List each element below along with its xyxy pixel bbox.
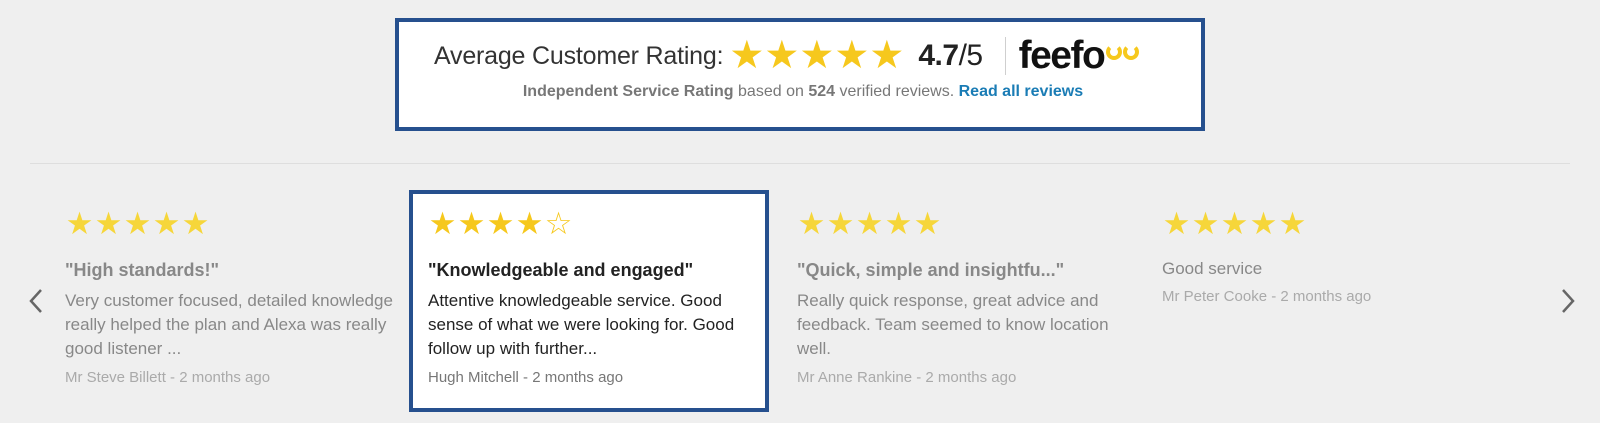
review-card-highlighted[interactable]: ★ ★ ★ ★ ☆ "Knowledgeable and engaged" Attent… [409,190,769,412]
star-icon: ★ [515,206,544,241]
review-author-date: Mr Steve Billett - 2 months ago [65,369,271,386]
star-icon: ★ [799,34,835,77]
review-title: "Quick, simple and insightfu..." [797,260,1065,280]
review-card[interactable]: ★ ★ ★ ★ ★ Good service Mr Peter Cooke - 2 mo… [1162,190,1462,412]
star-empty-icon: ☆ [544,206,573,241]
divider [30,163,1570,164]
summary-text-end: verified reviews. [835,83,959,100]
review-author-date: Hugh Mitchell - 2 months ago [428,369,624,386]
service-rating-label: Independent Service Rating [522,83,734,100]
star-icon: ★ [181,206,210,241]
review-body: Really quick response, great advice and … [797,291,1109,358]
review-title: Good service [1162,259,1263,278]
chevron-left-icon [29,289,42,313]
star-icon: ★ [884,206,913,241]
star-icon: ★ [797,206,826,241]
star-icon: ★ [729,34,765,77]
star-icon: ★ [457,206,486,241]
summary-text-mid: based on [733,83,809,100]
review-title: "High standards!" [65,260,220,280]
review-author-date: Mr Anne Rankine - 2 months ago [797,369,1017,386]
star-icon: ★ [1191,206,1220,241]
carousel-prev-button[interactable] [24,284,48,318]
star-icon: ★ [913,206,942,241]
star-icon: ★ [428,206,457,241]
read-all-reviews-link[interactable]: Read all reviews [959,83,1084,100]
review-author-date: Mr Peter Cooke - 2 months ago [1162,288,1372,305]
rating-summary-text: Independent Service Rating based on 524 … [399,83,1201,101]
star-icon: ★ [123,206,152,241]
rating-score: 4.7/5 [918,39,984,73]
rating-label: Average Customer Rating: [434,41,724,70]
star-icon: ★ [1162,206,1191,241]
feefo-eyes-icon [1106,38,1142,78]
review-stars: ★ ★ ★ ★ ★ [65,208,210,240]
review-stars: ★ ★ ★ ★ ★ [1162,208,1307,240]
review-stars: ★ ★ ★ ★ ☆ [428,208,573,240]
review-card[interactable]: ★ ★ ★ ★ ★ "High standards!" Very customer fo… [65,190,425,412]
star-icon: ★ [1220,206,1249,241]
review-card[interactable]: ★ ★ ★ ★ ★ "Quick, simple and insightfu..." R… [797,190,1157,412]
rating-summary-header: Average Customer Rating: ★ ★ ★ ★ ★ 4.7/5… [434,34,1143,78]
star-icon: ★ [1249,206,1278,241]
divider [1004,37,1006,75]
review-title: "Knowledgeable and engaged" [428,260,694,280]
star-icon: ★ [764,34,800,77]
feefo-logo-text: feefo [1018,34,1106,77]
carousel-next-button[interactable] [1556,284,1580,318]
star-icon: ★ [1278,206,1307,241]
review-body: Very customer focused, detailed knowledg… [65,291,393,358]
star-icon: ★ [869,34,905,77]
rating-value: 4.7 [918,39,959,72]
review-stars: ★ ★ ★ ★ ★ [797,208,942,240]
average-rating-stars: ★ ★ ★ ★ ★ [729,36,904,76]
star-icon: ★ [834,34,870,77]
star-icon: ★ [152,206,181,241]
star-icon: ★ [826,206,855,241]
chevron-right-icon [1562,289,1575,313]
star-icon: ★ [65,206,94,241]
star-icon: ★ [855,206,884,241]
star-icon: ★ [486,206,515,241]
review-body: Attentive knowledgeable service. Good se… [428,291,735,358]
rating-summary-box: Average Customer Rating: ★ ★ ★ ★ ★ 4.7/5… [395,18,1205,131]
review-count: 524 [808,83,836,100]
rating-out-of: /5 [958,39,984,72]
star-icon: ★ [94,206,123,241]
feefo-logo[interactable]: feefo [1019,34,1143,78]
